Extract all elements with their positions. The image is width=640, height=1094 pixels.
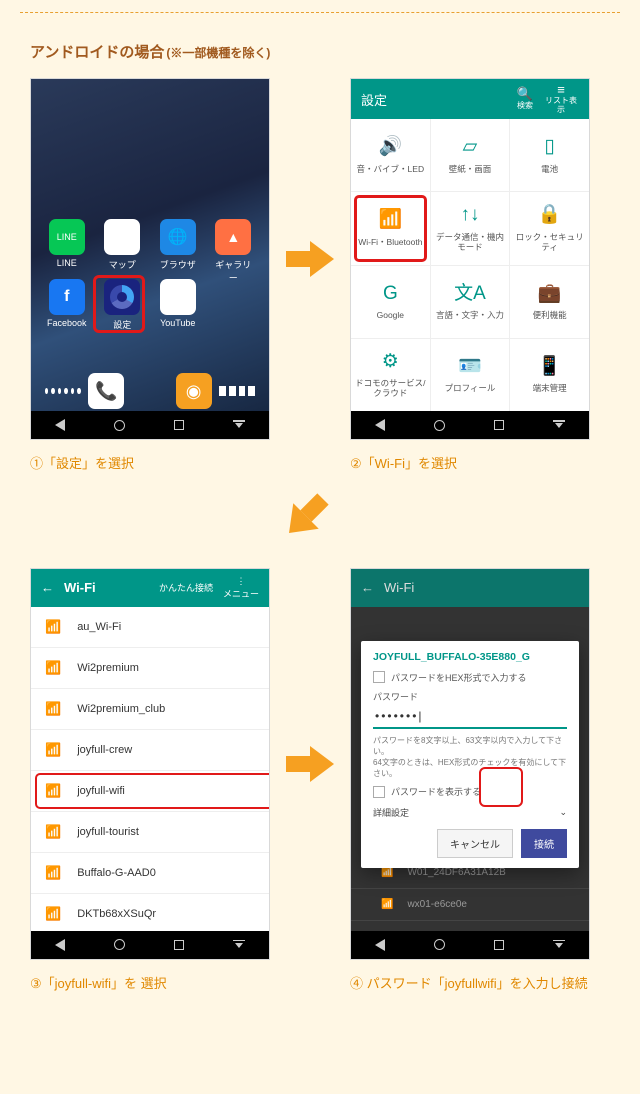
nav-home-icon[interactable] <box>434 939 445 950</box>
nav-recent-icon[interactable] <box>174 420 184 430</box>
app-drawer-icon[interactable] <box>45 373 81 409</box>
wifi-icon: 📶 <box>45 865 61 881</box>
wifi-icon: 📶 <box>45 701 61 717</box>
nav-drawer-icon[interactable] <box>553 940 565 950</box>
screenshot-step3: ← Wi-Fi かんたん接続 ⋮メニュー 📶au_Wi-Fi📶Wi2premiu… <box>30 568 270 960</box>
app-icon[interactable]: ▶YouTube <box>156 279 200 331</box>
settings-cell[interactable]: ▱壁紙・画面 <box>431 119 510 191</box>
nav-home-icon[interactable] <box>434 420 445 431</box>
list-item: 📶wx01-e6ce0e <box>351 889 589 921</box>
list-view-button[interactable]: ≡リスト表示 <box>543 83 579 115</box>
menu-button[interactable]: ⋮メニュー <box>223 576 259 600</box>
wifi-icon: 📶 <box>45 660 61 676</box>
nav-back-icon[interactable] <box>55 419 65 431</box>
wifi-row[interactable]: 📶joyfull-crew <box>31 730 269 771</box>
app-icon[interactable]: ▲ギャラリー <box>211 219 255 284</box>
wifi-icon: 📶 <box>45 742 61 758</box>
settings-title: 設定 <box>361 90 387 109</box>
back-icon[interactable]: ← <box>41 580 54 595</box>
nav-home-icon[interactable] <box>114 420 125 431</box>
screenshot-step1: LINELINEGマップ🌐ブラウザ▲ギャラリー fFacebook設定▶YouT… <box>30 78 270 440</box>
nav-recent-icon[interactable] <box>494 940 504 950</box>
caption-step2: ②「Wi-Fi」を選択 <box>350 454 590 474</box>
wifi-icon: 📶 <box>45 906 61 922</box>
wifi-header: ← Wi-Fi かんたん接続 ⋮メニュー <box>31 569 269 607</box>
screenshot-step2: 設定 🔍検索 ≡リスト表示 🔊音・バイブ・LED▱壁紙・画面▯電池 📶Wi-Fi・… <box>350 78 590 440</box>
settings-cell[interactable]: 🔒ロック・セキュリティ <box>510 192 589 264</box>
nav-home-icon[interactable] <box>114 939 125 950</box>
wifi-row[interactable]: 📶au_Wi-Fi <box>31 607 269 648</box>
highlight-box <box>479 767 523 807</box>
settings-cell[interactable]: ▯電池 <box>510 119 589 191</box>
nav-recent-icon[interactable] <box>174 940 184 950</box>
nav-back-icon[interactable] <box>55 939 65 951</box>
nav-back-icon[interactable] <box>375 419 385 431</box>
wifi-title: Wi-Fi <box>64 580 96 595</box>
settings-cell[interactable]: 🪪プロフィール <box>431 339 510 411</box>
back-icon: ← <box>361 580 374 595</box>
title-sub: (※一部機種を除く) <box>166 44 270 61</box>
show-password-checkbox[interactable] <box>373 786 385 798</box>
settings-cell[interactable]: ↑↓データ通信・機内モード <box>431 192 510 264</box>
nav-drawer-icon[interactable] <box>553 420 565 430</box>
settings-cell[interactable]: GGoogle <box>351 266 430 338</box>
phone-icon[interactable]: 📞 <box>88 373 124 409</box>
nav-back-icon[interactable] <box>375 939 385 951</box>
arrow-icon <box>276 486 335 545</box>
app-icon[interactable]: LINELINE <box>45 219 89 284</box>
wifi-row[interactable]: 📶Wi2premium <box>31 648 269 689</box>
wifi-row[interactable]: 📶joyfull-wifi <box>31 771 269 812</box>
wifi-row[interactable]: 📶DKTb68xXSuQr <box>31 894 269 931</box>
app-icon[interactable]: fFacebook <box>45 279 89 331</box>
settings-cell[interactable]: 📶Wi-Fi・Bluetooth <box>351 192 430 264</box>
nav-recent-icon[interactable] <box>494 420 504 430</box>
nav-drawer-icon[interactable] <box>233 420 245 430</box>
connect-button[interactable]: 接続 <box>521 829 567 858</box>
app-icon[interactable]: 🌐ブラウザ <box>156 219 200 284</box>
title-main: アンドロイドの場合 <box>30 41 164 62</box>
wifi-row[interactable]: 📶joyfull-tourist <box>31 812 269 853</box>
search-button[interactable]: 🔍検索 <box>507 87 543 110</box>
wifi-row[interactable]: 📶Wi2premium_club <box>31 689 269 730</box>
settings-cell[interactable]: 🔊音・バイブ・LED <box>351 119 430 191</box>
password-label: パスワード <box>373 690 567 703</box>
arrow-icon <box>286 241 334 277</box>
wifi-icon: 📶 <box>45 619 61 635</box>
highlight-settings <box>93 275 145 333</box>
caption-step4: ④ パスワード「joyfullwifi」を入力し接続 <box>350 974 590 994</box>
chevron-down-icon[interactable]: ⌄ <box>559 807 567 818</box>
caption-step1: ①「設定」を選択 <box>30 454 270 474</box>
wifi-header-dim: ← Wi-Fi <box>351 569 589 607</box>
arrow-icon <box>286 746 334 782</box>
wifi-icon: 📶 <box>45 783 61 799</box>
wifi-icon: 📶 <box>45 824 61 840</box>
caption-step3: ③「joyfull-wifi」を 選択 <box>30 974 270 994</box>
advanced-settings[interactable]: 詳細設定 <box>373 806 409 819</box>
camera-icon[interactable]: ◉ <box>176 373 212 409</box>
wifi-password-dialog: JOYFULL_BUFFALO-35E880_G パスワードをHEX形式で入力す… <box>361 641 579 869</box>
dialog-ssid: JOYFULL_BUFFALO-35E880_G <box>373 651 567 663</box>
settings-cell[interactable]: 💼便利機能 <box>510 266 589 338</box>
settings-cell[interactable]: ⚙ドコモのサービス/クラウド <box>351 339 430 411</box>
settings-cell[interactable]: 文A言語・文字・入力 <box>431 266 510 338</box>
settings-cell[interactable]: 📱端末管理 <box>510 339 589 411</box>
hex-checkbox[interactable] <box>373 671 385 683</box>
section-title: アンドロイドの場合 (※一部機種を除く) <box>30 41 610 62</box>
cancel-button[interactable]: キャンセル <box>437 829 513 858</box>
nav-drawer-icon[interactable] <box>233 940 245 950</box>
screenshot-step4: ← Wi-Fi ON 📶W01_24DF6A31A12B 📶wx01-e6ce0… <box>350 568 590 960</box>
settings-header: 設定 🔍検索 ≡リスト表示 <box>351 79 589 119</box>
wifi-row[interactable]: 📶Buffalo-G-AAD0 <box>31 853 269 894</box>
easy-connect-button[interactable]: かんたん接続 <box>159 581 213 594</box>
password-input[interactable]: •••••••| <box>373 705 567 729</box>
widgets-icon[interactable] <box>219 373 255 409</box>
